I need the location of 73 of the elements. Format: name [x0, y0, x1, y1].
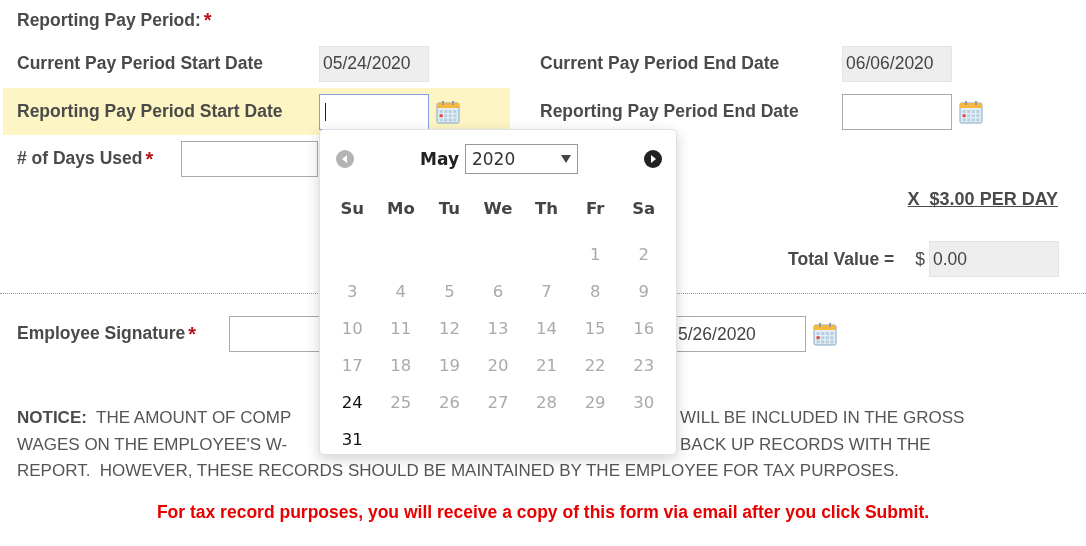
calendar-day[interactable]: 31: [341, 430, 363, 449]
calendar-day: 17: [341, 356, 363, 375]
calendar-day: 29: [584, 393, 606, 412]
calendar-day: 12: [438, 319, 460, 338]
calendar-day: 18: [390, 356, 412, 375]
footer-note: For tax record purposes, you will receive a copy of this form via email after you click Submit.: [156, 501, 930, 522]
next-month-icon[interactable]: [644, 149, 662, 168]
calendar-day: 23: [633, 356, 655, 375]
calendar-day: 30: [633, 393, 655, 412]
notice-text: REPORT. HOWEVER, THESE RECORDS SHOULD BE MAINTAINED BY THE EMPLOYEE FOR TAX PURPOSES.: [17, 461, 899, 482]
date-field[interactable]: [842, 93, 952, 130]
field-label: Current Pay Period End Date: [540, 53, 781, 74]
year-select[interactable]: 2020: [464, 143, 578, 174]
calendar-day: 11: [390, 319, 412, 338]
total-label: Total Value =: [788, 248, 895, 270]
notice-text: WILL BE INCLUDED IN THE GROSS: [680, 408, 965, 429]
text-cursor: [325, 102, 326, 121]
calendar-day: 8: [589, 282, 601, 301]
calendar-day: 15: [584, 319, 606, 338]
currency-sign: $: [915, 248, 925, 270]
calendar-day: 3: [347, 282, 358, 301]
calendar-day: 1: [589, 245, 601, 264]
field-label: Employee Signature: [17, 322, 186, 345]
weekday-label: We: [483, 198, 513, 218]
calendar-day: 5: [444, 282, 455, 301]
calendar-day: 4: [395, 282, 407, 301]
calendar-day: 27: [487, 393, 509, 412]
field-label: Current Pay Period Start Date: [17, 53, 265, 74]
date-field[interactable]: [319, 93, 429, 130]
notice-text: WAGES ON THE EMPLOYEE'S W-: [17, 434, 289, 455]
calendar-icon[interactable]: [959, 99, 983, 124]
signature-field[interactable]: [229, 316, 319, 352]
weekday-label: Tu: [438, 198, 460, 218]
caret-icon: [560, 154, 571, 163]
total-field: 0.00: [929, 241, 1059, 277]
calendar-day: 9: [638, 282, 649, 301]
field-label: # of Days Used: [17, 147, 143, 170]
weekday-label: Mo: [386, 198, 415, 218]
calendar-day: 19: [438, 356, 460, 375]
calendar-day: 13: [487, 319, 509, 338]
date-field: 05/24/2020: [319, 45, 429, 82]
weekday-label: Sa: [632, 198, 656, 218]
required-mark: *: [203, 8, 212, 32]
required-mark: *: [188, 322, 197, 346]
weekday-label: Th: [535, 198, 559, 218]
calendar-day: 22: [584, 356, 606, 375]
notice-text: NOTICE: THE AMOUNT OF COMP: [17, 408, 293, 429]
calendar-day: 14: [536, 319, 558, 338]
required-mark: *: [145, 147, 154, 171]
calendar-day: 21: [536, 356, 558, 375]
calendar-icon[interactable]: [436, 99, 460, 124]
calendar-day: 25: [390, 393, 412, 412]
notice-text: BACK UP RECORDS WITH THE: [680, 434, 931, 455]
field-label: Reporting Pay Period End Date: [540, 101, 800, 122]
calendar-day: 26: [438, 393, 460, 412]
calendar-day: 6: [492, 282, 504, 301]
calendar-day: 10: [341, 319, 363, 338]
date-field[interactable]: 5/26/2020: [677, 316, 806, 352]
weekday-label: Su: [340, 198, 365, 218]
calendar-day: 7: [541, 282, 552, 301]
section-title: Reporting Pay Period:: [17, 9, 201, 31]
field-label: Reporting Pay Period Start Date: [17, 101, 284, 122]
date-field: 06/06/2020: [842, 45, 952, 82]
days-used-field[interactable]: [181, 141, 318, 177]
calendar-icon[interactable]: [813, 322, 837, 346]
calendar-day: 20: [487, 356, 509, 375]
calendar-day[interactable]: 24: [341, 393, 363, 412]
rate-text: X $3.00 PER DAY: [907, 189, 1058, 209]
weekday-label: Fr: [585, 198, 605, 218]
calendar-day: 28: [536, 393, 558, 412]
month-label: May: [420, 148, 459, 169]
calendar-day: 16: [633, 319, 655, 338]
calendar-day: 2: [638, 245, 649, 264]
